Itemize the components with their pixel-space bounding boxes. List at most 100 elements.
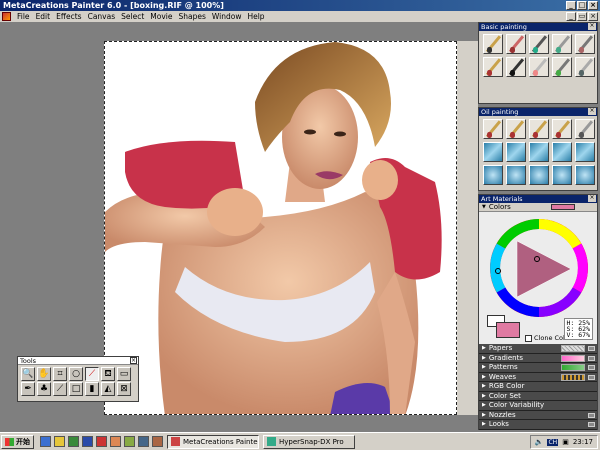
section-color-variability[interactable]: ▶ Color Variability: [479, 401, 597, 411]
basic-painting-header[interactable]: Basic painting ×: [479, 23, 597, 31]
menu-canvas[interactable]: Canvas: [85, 11, 119, 22]
menu-edit[interactable]: Edit: [33, 11, 54, 22]
app-icon[interactable]: [110, 436, 121, 447]
app-icon[interactable]: [138, 436, 149, 447]
section-weaves-label: Weaves: [488, 372, 517, 381]
crop-tool-icon[interactable]: ⌗: [53, 367, 67, 381]
primary-color-swatch[interactable]: [496, 322, 520, 338]
oil-painting-title: Oil painting: [481, 108, 519, 116]
section-weaves[interactable]: ▶ Weaves: [479, 372, 597, 382]
start-button[interactable]: 开始: [1, 434, 34, 449]
tools-close-icon[interactable]: ×: [130, 357, 137, 364]
section-gradients-label: Gradients: [488, 353, 523, 362]
impasto-brush-icon[interactable]: [483, 142, 503, 162]
menu-effects[interactable]: Effects: [53, 11, 85, 22]
texture-brush-icon[interactable]: [552, 165, 572, 185]
oil-painting-header[interactable]: Oil painting ×: [479, 108, 597, 116]
texture-brush-icon[interactable]: [529, 165, 549, 185]
pencil-brush-icon[interactable]: [483, 34, 503, 54]
shape-tool-icon[interactable]: □: [69, 382, 83, 396]
palette-knife-icon[interactable]: [575, 119, 595, 139]
blender-brush-icon[interactable]: [552, 57, 572, 77]
texture-brush-icon[interactable]: [575, 165, 595, 185]
oil-brush-icon[interactable]: [506, 119, 526, 139]
menu-select[interactable]: Select: [118, 11, 147, 22]
texture-brush-icon[interactable]: [483, 165, 503, 185]
art-materials-header[interactable]: Art Materials ×: [479, 195, 597, 203]
color-picker[interactable]: Clone Color H: 25% S: 62% V: 67%: [479, 212, 597, 344]
text-tool-icon[interactable]: ▮: [85, 382, 99, 396]
crayon-brush-icon[interactable]: [575, 57, 595, 77]
section-patterns[interactable]: ▶ Patterns: [479, 363, 597, 373]
water-brush-icon[interactable]: [552, 34, 572, 54]
section-papers[interactable]: ▶ Papers: [479, 344, 597, 354]
eraser-brush-icon[interactable]: [529, 57, 549, 77]
oil-brush-icon[interactable]: [552, 119, 572, 139]
excel-icon[interactable]: [68, 436, 79, 447]
menu-bar: File Edit Effects Canvas Select Movie Sh…: [0, 11, 600, 22]
impasto-brush-icon[interactable]: [575, 142, 595, 162]
outlook-icon[interactable]: [54, 436, 65, 447]
close-button[interactable]: ×: [588, 1, 598, 10]
section-nozzles[interactable]: ▶ Nozzles: [479, 410, 597, 420]
document-canvas[interactable]: [104, 41, 457, 415]
airbrush-brush-icon[interactable]: [529, 34, 549, 54]
paint-bucket-tool-icon[interactable]: ⛾: [101, 367, 115, 381]
section-rgb-color[interactable]: ▶ RGB Color: [479, 382, 597, 392]
section-color-set[interactable]: ▶ Color Set: [479, 391, 597, 401]
doc-minimize-button[interactable]: _: [566, 12, 576, 21]
menu-movie[interactable]: Movie: [147, 11, 175, 22]
impasto-brush-icon[interactable]: [529, 142, 549, 162]
doc-close-button[interactable]: ×: [588, 12, 598, 21]
section-gradients[interactable]: ▶ Gradients: [479, 353, 597, 363]
color-wheel[interactable]: [487, 219, 591, 317]
volume-icon[interactable]: 🔈: [535, 438, 544, 446]
word-icon[interactable]: [82, 436, 93, 447]
basic-painting-title: Basic painting: [481, 23, 527, 31]
dropper-tool-icon[interactable]: ⟋: [53, 382, 67, 396]
lasso-tool-icon[interactable]: ○: [69, 367, 83, 381]
menu-file[interactable]: File: [14, 11, 33, 22]
doc-restore-button[interactable]: ▭: [577, 12, 587, 21]
impasto-brush-icon[interactable]: [552, 142, 572, 162]
basic-painting-close-icon[interactable]: ×: [588, 23, 596, 30]
menu-shapes[interactable]: Shapes: [175, 11, 208, 22]
tools-palette-header[interactable]: Tools ×: [18, 357, 138, 365]
task-hypersnap[interactable]: HyperSnap-DX Pro: [263, 434, 355, 449]
menu-help[interactable]: Help: [244, 11, 267, 22]
impasto-brush-icon[interactable]: [506, 142, 526, 162]
network-icon[interactable]: ▣: [562, 438, 569, 446]
art-materials-close-icon[interactable]: ×: [588, 195, 596, 202]
chalk-brush-icon[interactable]: [483, 57, 503, 77]
app-icon[interactable]: [124, 436, 135, 447]
section-nozzles-label: Nozzles: [488, 410, 516, 419]
maximize-button[interactable]: □: [577, 1, 587, 10]
oil-brush-icon[interactable]: [483, 119, 503, 139]
powerpoint-icon[interactable]: [96, 436, 107, 447]
rubber-stamp-tool-icon[interactable]: ♣: [37, 382, 51, 396]
tools-palette-title: Tools: [20, 357, 37, 365]
charcoal-brush-icon[interactable]: [506, 57, 526, 77]
magnifier-tool-icon[interactable]: 🔍: [21, 367, 35, 381]
app-icon[interactable]: [2, 12, 11, 21]
task-painter[interactable]: MetaCreations Painter 6....: [167, 434, 259, 449]
ie-icon[interactable]: [40, 436, 51, 447]
app-icon[interactable]: [152, 436, 163, 447]
rectangle-select-tool-icon[interactable]: ▭: [117, 367, 131, 381]
texture-brush-icon[interactable]: [506, 165, 526, 185]
oil-painting-close-icon[interactable]: ×: [588, 108, 596, 115]
transform-tool-icon[interactable]: ⊠: [117, 382, 131, 396]
input-language-indicator[interactable]: CH: [547, 438, 559, 446]
grabber-tool-icon[interactable]: ✋: [37, 367, 51, 381]
pen-tool-icon[interactable]: ✒: [21, 382, 35, 396]
colors-section-header[interactable]: ▼ Colors: [479, 203, 597, 212]
menu-window[interactable]: Window: [209, 11, 245, 22]
vertical-scrollbar[interactable]: [457, 41, 478, 415]
minimize-button[interactable]: _: [566, 1, 576, 10]
section-looks[interactable]: ▶ Looks: [479, 420, 597, 430]
oil-brush-icon[interactable]: [529, 119, 549, 139]
gradient-tool-icon[interactable]: ◭: [101, 382, 115, 396]
cloner-brush-icon[interactable]: [575, 34, 595, 54]
marker-brush-icon[interactable]: [506, 34, 526, 54]
brush-tool-icon[interactable]: ⟋: [85, 367, 99, 381]
